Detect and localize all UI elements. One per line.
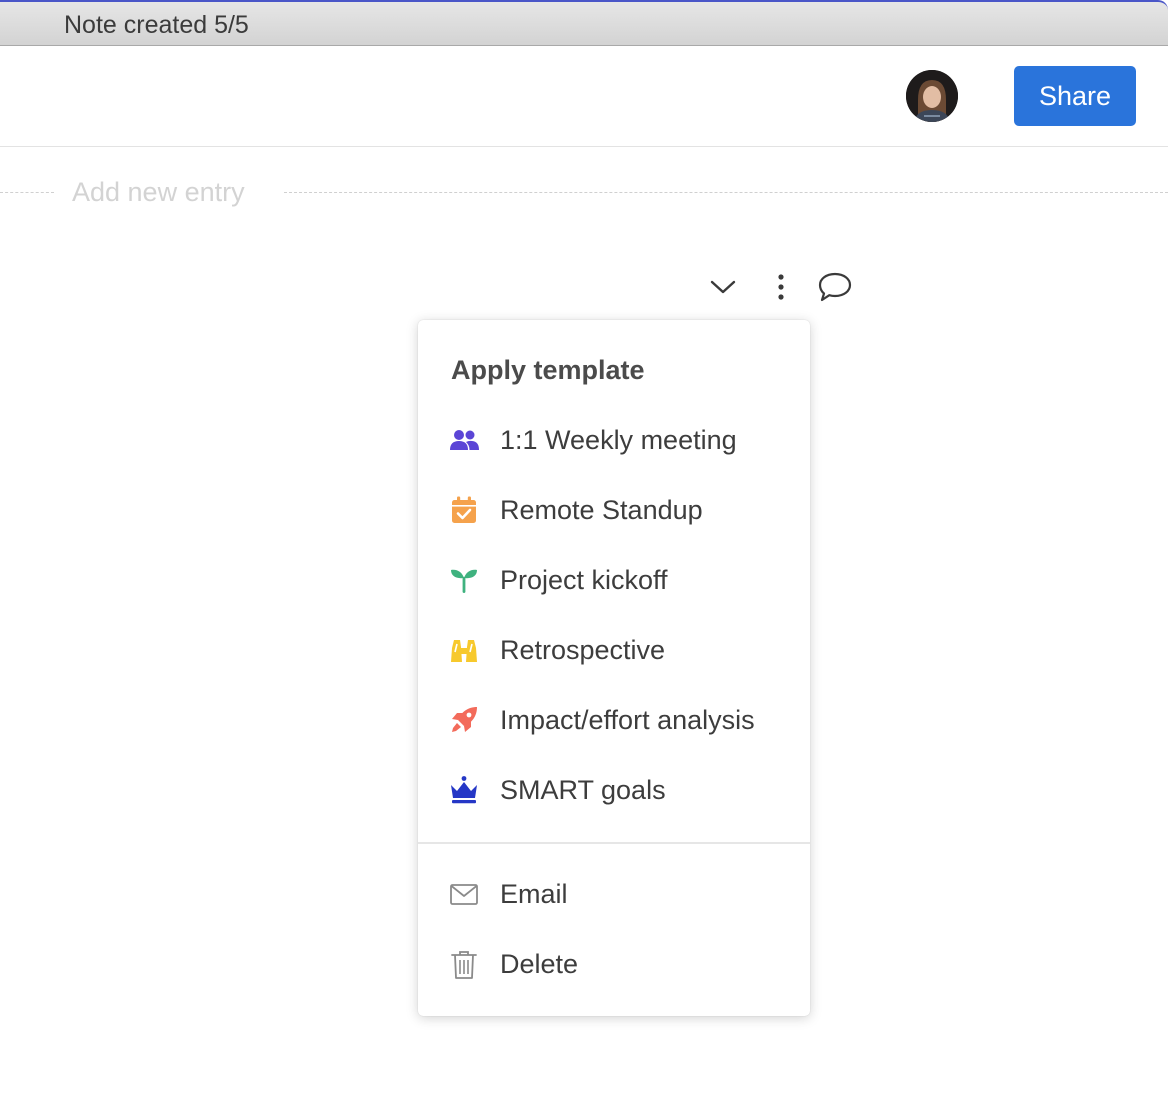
crown-icon [448,774,480,806]
menu-item-label: Delete [500,949,579,979]
template-menu: Apply template 1:1 Weekly meeting Remote… [418,320,810,1016]
menu-item-project-kickoff[interactable]: Project kickoff [418,552,810,608]
user-avatar-icon [906,70,958,122]
envelope-icon [448,878,480,910]
menu-item-email[interactable]: Email [418,866,810,922]
window-title: Note created 5/5 [64,11,249,39]
note-header: Share [0,46,1168,147]
avatar[interactable] [906,70,958,122]
menu-item-remote-standup[interactable]: Remote Standup [418,482,810,538]
rocket-icon [448,704,480,736]
share-button[interactable]: Share [1014,66,1136,126]
menu-item-label: Retrospective [500,635,666,665]
trash-icon [448,948,480,980]
menu-item-label: Project kickoff [500,565,668,595]
menu-item-label: Email [500,879,568,909]
window-titlebar: Note created 5/5 [0,0,1168,46]
menu-item-label: SMART goals [500,775,666,805]
menu-item-impact-effort[interactable]: Impact/effort analysis [418,692,810,748]
add-entry-row[interactable]: Add new entry [0,170,1168,214]
menu-item-label: Impact/effort analysis [500,705,755,735]
menu-item-label: 1:1 Weekly meeting [500,425,737,455]
menu-item-label: Remote Standup [500,495,703,525]
dashed-divider-left [0,192,54,193]
more-vertical-icon[interactable] [766,271,796,303]
binoculars-icon [448,634,480,666]
people-icon [448,424,480,456]
menu-item-retrospective[interactable]: Retrospective [418,622,810,678]
menu-item-delete[interactable]: Delete [418,936,810,992]
menu-item-smart-goals[interactable]: SMART goals [418,762,810,818]
menu-heading: Apply template [451,355,645,385]
chevron-down-icon[interactable] [706,271,740,303]
menu-divider [418,842,810,844]
sprout-icon [448,564,480,596]
comment-icon[interactable] [814,269,856,305]
menu-item-weekly-meeting[interactable]: 1:1 Weekly meeting [418,412,810,468]
add-entry-placeholder[interactable]: Add new entry [72,176,245,208]
dashed-divider-right [284,192,1168,193]
calendar-check-icon [448,494,480,526]
